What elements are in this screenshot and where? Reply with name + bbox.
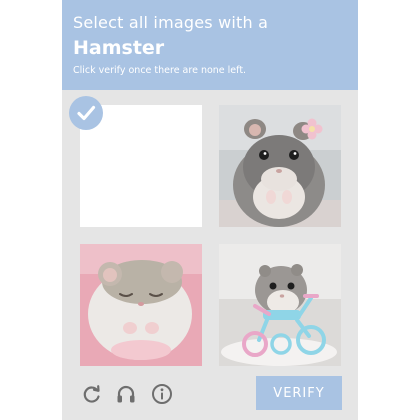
selected-check-icon bbox=[69, 96, 103, 130]
image-tile-2[interactable] bbox=[219, 105, 341, 227]
hamster-photo-2 bbox=[80, 244, 202, 366]
captcha-widget: Select all images with a Hamster Click v… bbox=[62, 0, 358, 420]
header-target: Hamster bbox=[73, 37, 165, 59]
image-tile-3[interactable] bbox=[80, 244, 202, 366]
image-tile-4[interactable] bbox=[219, 244, 341, 366]
header-instruction: Click verify once there are none left. bbox=[73, 65, 247, 76]
headphones-icon[interactable] bbox=[115, 383, 137, 405]
verify-button[interactable]: VERIFY bbox=[256, 376, 342, 410]
header-prompt: Select all images with a bbox=[73, 13, 269, 32]
reload-icon[interactable] bbox=[81, 383, 103, 405]
captcha-header: Select all images with a Hamster Click v… bbox=[62, 0, 358, 90]
info-icon[interactable] bbox=[151, 383, 173, 405]
hamster-photo-3 bbox=[219, 244, 341, 366]
hamster-photo-1 bbox=[219, 105, 341, 227]
